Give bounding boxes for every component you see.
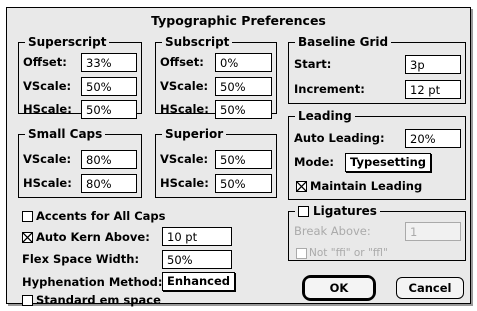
small-caps-vscale-field[interactable] xyxy=(81,150,137,169)
checkmark-icon xyxy=(23,233,32,242)
superscript-hscale-field[interactable] xyxy=(81,100,137,119)
hyphenation-popup[interactable]: Enhanced xyxy=(162,272,236,291)
superscript-vscale-field[interactable] xyxy=(81,77,137,96)
subscript-vscale-label: VScale: xyxy=(160,79,209,93)
superior-hscale-field[interactable] xyxy=(215,174,272,193)
superior-vscale-label: VScale: xyxy=(160,152,209,166)
leading-legend: Leading xyxy=(295,108,355,124)
ligatures-label: Ligatures xyxy=(313,204,377,218)
flex-space-label: Flex Space Width: xyxy=(22,252,140,266)
small-caps-vscale-label: VScale: xyxy=(23,152,72,166)
ok-button[interactable]: OK xyxy=(304,277,374,299)
cancel-button[interactable]: Cancel xyxy=(396,277,464,299)
not-ffi-label: Not "ffi" or "ffl" xyxy=(309,247,388,259)
superior-vscale-field[interactable] xyxy=(215,150,272,169)
maintain-leading-label: Maintain Leading xyxy=(310,179,423,193)
superior-legend: Superior xyxy=(162,126,227,142)
accents-all-caps-checkbox[interactable] xyxy=(22,211,33,222)
break-above-field[interactable] xyxy=(405,222,461,241)
subscript-vscale-field[interactable] xyxy=(215,77,272,96)
baseline-start-label: Start: xyxy=(294,57,332,71)
checkmark-icon xyxy=(297,182,306,191)
subscript-offset-field[interactable] xyxy=(215,53,272,72)
ligatures-checkbox[interactable] xyxy=(298,205,309,217)
subscript-offset-label: Offset: xyxy=(160,55,204,69)
ligatures-legend: Ligatures xyxy=(295,203,380,219)
maintain-leading-checkbox[interactable] xyxy=(296,181,307,192)
auto-kern-field[interactable] xyxy=(162,227,232,246)
baseline-start-field[interactable] xyxy=(405,55,461,74)
not-ffi-checkbox[interactable] xyxy=(296,248,307,259)
superscript-offset-field[interactable] xyxy=(81,53,137,72)
superscript-hscale-label: HScale: xyxy=(23,102,72,116)
auto-leading-field[interactable] xyxy=(405,129,461,148)
auto-leading-label: Auto Leading: xyxy=(294,131,385,145)
superior-hscale-label: HScale: xyxy=(160,176,209,190)
dialog-title: Typographic Preferences xyxy=(151,13,326,28)
break-above-label: Break Above: xyxy=(294,224,371,238)
baseline-increment-field[interactable] xyxy=(405,80,461,99)
baseline-increment-label: Increment: xyxy=(294,82,365,96)
flex-space-field[interactable] xyxy=(162,250,232,269)
baseline-grid-legend: Baseline Grid xyxy=(295,34,392,50)
subscript-hscale-field[interactable] xyxy=(215,100,272,119)
typographic-preferences-dialog: Typographic Preferences Superscript Offs… xyxy=(6,7,471,307)
leading-mode-label: Mode: xyxy=(294,155,334,169)
standard-em-label: Standard em space xyxy=(36,293,161,307)
small-caps-legend: Small Caps xyxy=(25,126,106,142)
small-caps-hscale-field[interactable] xyxy=(81,174,137,193)
subscript-hscale-label: HScale: xyxy=(160,102,209,116)
small-caps-hscale-label: HScale: xyxy=(23,176,72,190)
superscript-offset-label: Offset: xyxy=(23,55,67,69)
subscript-legend: Subscript xyxy=(162,34,233,50)
auto-kern-checkbox[interactable] xyxy=(22,232,33,243)
hyphenation-label: Hyphenation Method: xyxy=(22,275,163,289)
superscript-vscale-label: VScale: xyxy=(23,79,72,93)
accents-all-caps-label: Accents for All Caps xyxy=(36,209,166,223)
auto-kern-label: Auto Kern Above: xyxy=(36,230,150,244)
leading-mode-popup[interactable]: Typesetting xyxy=(345,153,432,172)
standard-em-checkbox[interactable] xyxy=(22,295,33,306)
superscript-legend: Superscript xyxy=(25,34,110,50)
